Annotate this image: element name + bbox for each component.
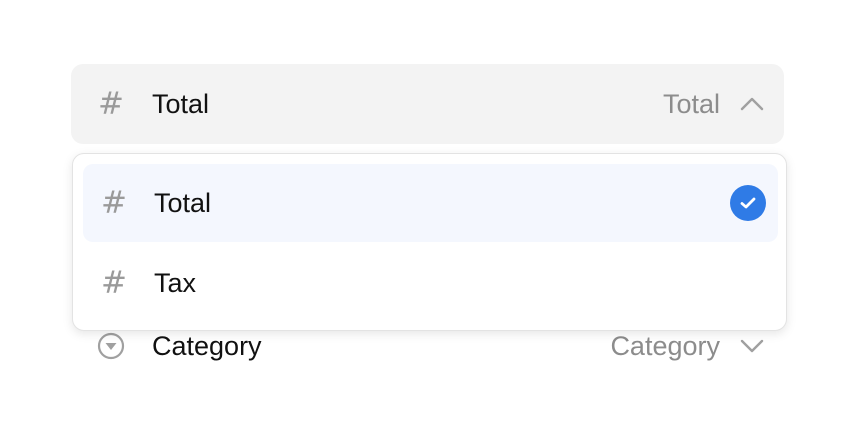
field-name-label: Category — [152, 330, 262, 361]
field-selected-value[interactable]: Total — [663, 89, 720, 120]
hash-icon: # — [101, 185, 127, 221]
option-label: Tax — [154, 267, 197, 298]
total-field-select[interactable]: # Total Total — [71, 64, 784, 144]
hash-icon: # — [101, 265, 127, 301]
chevron-down-icon[interactable] — [738, 332, 766, 360]
field-mapping-panel: # Total Total # Total # Tax Category Cat… — [0, 0, 859, 426]
option-label: Total — [154, 187, 212, 218]
dropdown-circle-icon — [97, 332, 125, 360]
chevron-up-icon[interactable] — [738, 90, 766, 118]
field-selected-value[interactable]: Category — [610, 331, 720, 362]
field-name-label: Total — [152, 88, 210, 119]
checkmark-icon — [730, 185, 766, 221]
hash-icon: # — [98, 86, 124, 122]
field-dropdown-menu: # Total # Tax — [72, 153, 787, 331]
dropdown-option-total[interactable]: # Total — [83, 164, 778, 242]
dropdown-option-tax[interactable]: # Tax — [83, 244, 778, 322]
